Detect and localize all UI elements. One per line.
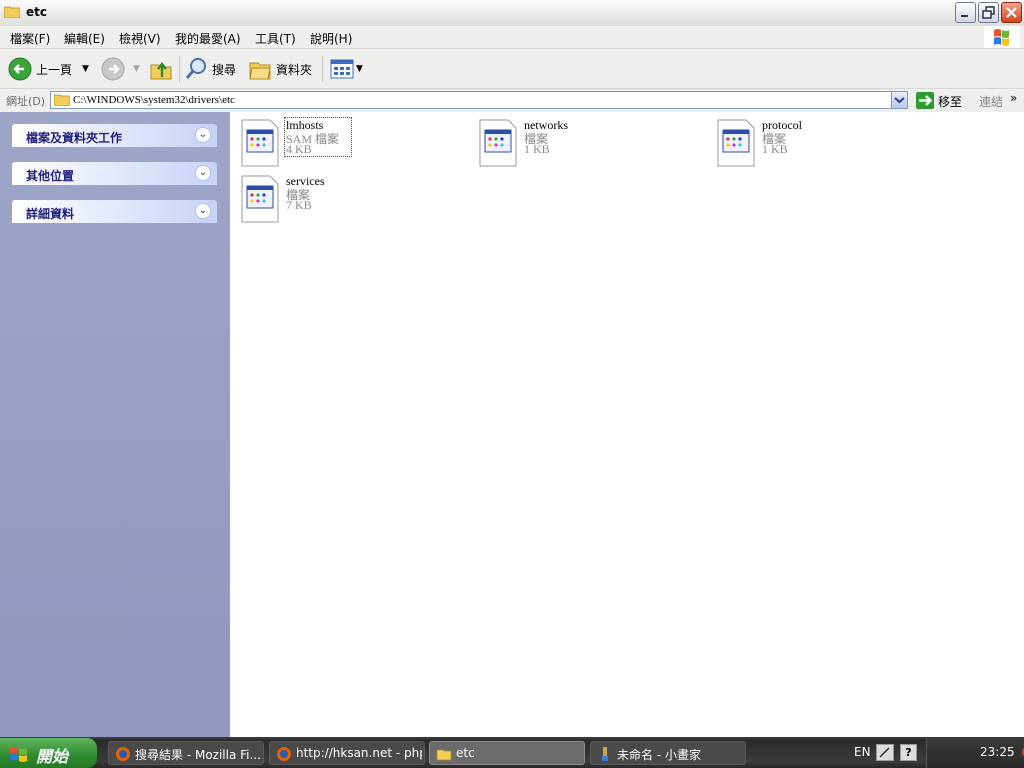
back-label: 上一頁 — [36, 62, 73, 77]
file-size: 1 KB — [762, 142, 788, 156]
panel-title: 檔案及資料夾工作 — [26, 131, 123, 145]
task-pane: 檔案及資料夾工作 ⌄ 其他位置 ⌄ 詳細資料 ⌄ — [0, 112, 230, 737]
taskbar-button-label: http://hksan.net - php... — [296, 746, 422, 760]
file-view: lmhosts SAM 檔案 4 KB networks 檔案 1 KB pro… — [230, 112, 1024, 737]
toolbar-separator — [179, 56, 180, 82]
menu-bar: 檔案(F) 編輯(E) 檢視(V) 我的最愛(A) 工具(T) 說明(H) — [0, 26, 1024, 49]
file-icon — [241, 175, 279, 223]
help-icon[interactable]: ? — [900, 744, 917, 761]
toolbar-separator — [322, 56, 323, 82]
clock[interactable]: 23:25 — [980, 745, 1015, 759]
panel-title: 其他位置 — [26, 169, 75, 183]
taskbar-button-paint[interactable]: 未命名 - 小畫家 — [590, 741, 746, 765]
menu-file[interactable]: 檔案(F) — [10, 30, 50, 47]
folder-icon — [54, 94, 70, 106]
back-arrow-icon — [8, 57, 32, 81]
folders-button[interactable]: 資料夾 — [248, 55, 312, 83]
file-icon — [241, 119, 279, 167]
chevron-down-icon[interactable]: ⌄ — [195, 127, 211, 143]
file-item-lmhosts[interactable]: lmhosts SAM 檔案 4 KB — [240, 117, 470, 168]
file-item-networks[interactable]: networks 檔案 1 KB — [478, 118, 708, 168]
restore-button[interactable] — [978, 2, 999, 23]
go-arrow-icon — [919, 95, 933, 106]
file-icon — [717, 119, 755, 167]
views-icon — [330, 59, 354, 79]
file-item-services[interactable]: services 檔案 7 KB — [240, 174, 470, 224]
search-icon — [185, 58, 206, 79]
file-icon — [479, 119, 517, 167]
start-label: 開始 — [36, 747, 69, 766]
panel-file-folder-tasks[interactable]: 檔案及資料夾工作 ⌄ — [12, 124, 217, 147]
go-button[interactable] — [916, 92, 934, 109]
restore-icon — [982, 6, 995, 19]
taskbar-button-firefox-hksan[interactable]: http://hksan.net - php... — [269, 741, 425, 765]
search-button[interactable]: 搜尋 — [184, 55, 236, 83]
go-label[interactable]: 移至 — [938, 93, 962, 110]
menu-favorites[interactable]: 我的最愛(A) — [175, 30, 241, 47]
taskbar-button-label: 未命名 - 小畫家 — [617, 748, 701, 762]
taskbar: 開始 搜尋結果 - Mozilla Fi... http://hksan.net… — [0, 737, 1024, 768]
folder-icon — [4, 6, 20, 18]
menu-tools[interactable]: 工具(T) — [255, 30, 296, 47]
file-size: 7 KB — [286, 198, 312, 212]
taskbar-button-firefox-search[interactable]: 搜尋結果 - Mozilla Fi... — [108, 741, 264, 765]
address-input[interactable]: C:\WINDOWS\system32\drivers\etc — [50, 91, 908, 109]
minimize-button[interactable] — [955, 2, 976, 23]
folders-label: 資料夾 — [276, 62, 313, 77]
windows-flag-icon — [10, 747, 27, 762]
chevron-down-icon[interactable]: ⌄ — [195, 165, 211, 181]
views-button[interactable]: ▼ — [330, 55, 363, 83]
panel-details[interactable]: 詳細資料 ⌄ — [12, 200, 217, 223]
back-dropdown-icon[interactable]: ▼ — [82, 64, 89, 74]
language-indicator[interactable]: EN — [854, 745, 871, 759]
forward-arrow-icon — [101, 57, 125, 81]
minimize-icon — [961, 15, 968, 17]
search-label: 搜尋 — [212, 62, 237, 77]
firefox-icon — [116, 747, 130, 761]
file-item-protocol[interactable]: protocol 檔案 1 KB — [716, 118, 946, 168]
forward-dropdown-icon: ▼ — [133, 64, 140, 74]
close-button[interactable] — [1001, 2, 1022, 23]
taskbar-button-label: 搜尋結果 - Mozilla Fi... — [135, 748, 261, 762]
back-button[interactable]: 上一頁 ▼ — [8, 55, 89, 83]
ime-pen-icon[interactable] — [876, 744, 894, 761]
chevron-down-icon — [894, 97, 905, 104]
menu-edit[interactable]: 編輯(E) — [64, 30, 105, 47]
file-size: 1 KB — [524, 142, 550, 156]
up-folder-icon — [150, 62, 172, 80]
panel-other-places[interactable]: 其他位置 ⌄ — [12, 162, 217, 185]
menu-help[interactable]: 說明(H) — [310, 30, 352, 47]
toolbar: 上一頁 ▼ ▼ 搜尋 資料夾 ▼ — [0, 49, 1024, 89]
folder-icon — [436, 749, 452, 761]
up-folder-button[interactable] — [149, 55, 173, 83]
address-label: 網址(D) — [6, 95, 46, 108]
title-bar: etc — [0, 0, 1024, 27]
address-bar: 網址(D) C:\WINDOWS\system32\drivers\etc 移至… — [0, 89, 1024, 113]
more-chevron-icon[interactable]: » — [1010, 91, 1017, 105]
address-path: C:\WINDOWS\system32\drivers\etc — [73, 94, 235, 106]
folders-icon — [249, 62, 271, 80]
window-title: etc — [26, 5, 47, 19]
file-size: 4 KB — [286, 142, 312, 156]
windows-logo — [984, 26, 1020, 48]
system-tray: EN ? 23:25 — [848, 737, 1024, 768]
views-dropdown-icon: ▼ — [356, 64, 363, 74]
start-button[interactable]: 開始 — [0, 738, 97, 768]
paint-icon — [602, 747, 608, 761]
firefox-icon — [277, 747, 291, 761]
links-label[interactable]: 連結 — [979, 93, 1003, 110]
taskbar-button-etc[interactable]: etc — [429, 741, 585, 765]
taskbar-button-label: etc — [456, 746, 475, 760]
panel-title: 詳細資料 — [26, 207, 75, 221]
chevron-down-icon[interactable]: ⌄ — [195, 203, 211, 219]
forward-button[interactable]: ▼ — [101, 55, 140, 83]
address-dropdown-button[interactable] — [891, 91, 908, 109]
menu-view[interactable]: 檢視(V) — [119, 30, 161, 47]
close-icon — [1006, 7, 1017, 18]
